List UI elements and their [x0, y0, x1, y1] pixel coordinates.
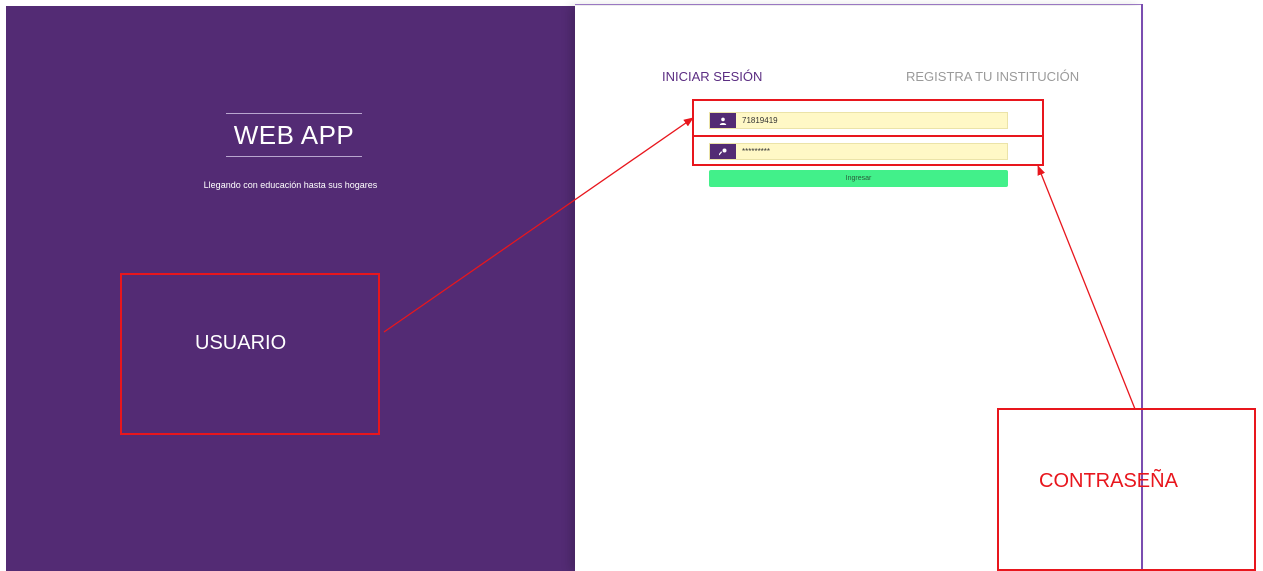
brand-divider-bottom [226, 156, 362, 157]
annotation-password-label: CONTRASEÑA [1039, 470, 1178, 492]
tab-register-institution[interactable]: REGISTRA TU INSTITUCIÓN [906, 69, 1079, 84]
brand-title: WEB APP [233, 120, 355, 150]
annotation-username-highlight [692, 99, 1044, 137]
annotation-password-highlight [692, 135, 1044, 166]
annotation-user-label: USUARIO [195, 332, 287, 354]
brand-tagline: Llegando con educación hasta sus hogares [203, 180, 378, 190]
tab-login[interactable]: INICIAR SESIÓN [662, 69, 762, 84]
login-submit-button[interactable]: Ingresar [709, 170, 1008, 187]
annotation-user-callout: USUARIO [120, 273, 380, 435]
window-top-border [575, 4, 1143, 5]
brand-logo: WEB APP [226, 113, 362, 157]
annotation-password-callout: CONTRASEÑA [997, 408, 1256, 571]
